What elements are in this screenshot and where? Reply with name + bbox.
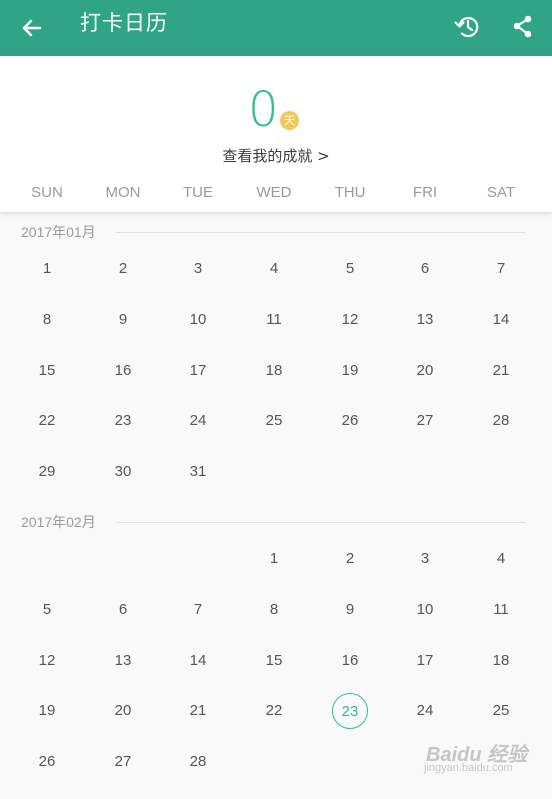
- month-divider: [116, 232, 526, 233]
- calendar-day[interactable]: 4: [483, 541, 519, 577]
- calendar-day[interactable]: 15: [256, 643, 292, 679]
- calendar-day[interactable]: 11: [256, 302, 292, 338]
- calendar-day[interactable]: 31: [180, 454, 216, 490]
- calendar-day[interactable]: 21: [483, 353, 519, 389]
- calendar-day[interactable]: 10: [180, 302, 216, 338]
- checkin-count: 0: [248, 82, 279, 138]
- weekday-mon: MON: [105, 184, 141, 201]
- weekday-tue: TUE: [183, 184, 213, 201]
- calendar-day[interactable]: 9: [105, 302, 141, 338]
- arrow-left-icon[interactable]: [16, 12, 48, 44]
- calendar-day[interactable]: 28: [180, 744, 216, 780]
- calendar-day[interactable]: 23: [105, 403, 141, 439]
- history-icon[interactable]: [452, 11, 484, 43]
- calendar-day[interactable]: 24: [180, 403, 216, 439]
- weekday-wed: WED: [256, 184, 292, 201]
- calendar-day-today[interactable]: 23: [332, 693, 368, 730]
- calendar-day[interactable]: 24: [407, 693, 443, 729]
- month-label: 2017年02月: [21, 512, 106, 532]
- calendar-day[interactable]: 30: [105, 454, 141, 490]
- calendar-day[interactable]: 14: [483, 302, 519, 338]
- calendar-day[interactable]: 27: [105, 744, 141, 780]
- weekday-sun: SUN: [31, 184, 63, 201]
- weekday-header: SUN MON TUE WED THU FRI SAT: [0, 184, 552, 206]
- calendar-day[interactable]: 10: [407, 592, 443, 628]
- calendar-day[interactable]: 1: [29, 251, 65, 287]
- calendar-day[interactable]: 17: [180, 353, 216, 389]
- calendar-day[interactable]: 12: [332, 302, 368, 338]
- calendar-day[interactable]: 3: [407, 541, 443, 577]
- calendar-day[interactable]: 7: [180, 592, 216, 628]
- calendar-day[interactable]: 2: [105, 251, 141, 287]
- calendar-day[interactable]: 19: [332, 353, 368, 389]
- calendar-day[interactable]: 4: [256, 251, 292, 287]
- calendar-day[interactable]: 21: [180, 693, 216, 729]
- app-bar: 打卡日历: [0, 0, 552, 56]
- calendar-day[interactable]: 18: [256, 353, 292, 389]
- calendar-day[interactable]: 16: [332, 643, 368, 679]
- calendar-day[interactable]: 29: [29, 454, 65, 490]
- calendar-day[interactable]: 6: [407, 251, 443, 287]
- calendar-day[interactable]: 18: [483, 643, 519, 679]
- calendar-day[interactable]: 20: [105, 693, 141, 729]
- calendar-day[interactable]: 17: [407, 643, 443, 679]
- weekday-sat: SAT: [486, 184, 516, 201]
- calendar-day[interactable]: 26: [29, 744, 65, 780]
- calendar-day[interactable]: 13: [407, 302, 443, 338]
- calendar-day[interactable]: 20: [407, 353, 443, 389]
- calendar-day[interactable]: 14: [180, 643, 216, 679]
- calendar-day[interactable]: 25: [256, 403, 292, 439]
- calendar-day[interactable]: 6: [105, 592, 141, 628]
- calendar-day[interactable]: 19: [29, 693, 65, 729]
- day-unit-badge: 天: [280, 111, 299, 130]
- calendar-day[interactable]: 22: [256, 693, 292, 729]
- calendar-day[interactable]: 7: [483, 251, 519, 287]
- calendar-day[interactable]: 13: [105, 643, 141, 679]
- achievements-link[interactable]: 查看我的成就 >: [0, 145, 552, 166]
- calendar-day[interactable]: 1: [256, 541, 292, 577]
- calendar-day[interactable]: 12: [29, 643, 65, 679]
- watermark: Baidu 经验 jingyan.baidu.com: [420, 738, 530, 788]
- month-label: 2017年01月: [21, 222, 106, 242]
- calendar-day[interactable]: 3: [180, 251, 216, 287]
- weekday-thu: THU: [334, 184, 366, 201]
- watermark-url: jingyan.baidu.com: [424, 762, 513, 774]
- calendar-day[interactable]: 5: [332, 251, 368, 287]
- calendar-day[interactable]: 5: [29, 592, 65, 628]
- weekday-fri: FRI: [412, 184, 438, 201]
- month-header: 2017年02月: [21, 512, 531, 532]
- calendar-day[interactable]: 16: [105, 353, 141, 389]
- calendar-day[interactable]: 8: [256, 592, 292, 628]
- checkin-summary: 0 天 查看我的成就 > SUN MON TUE WED THU FRI SAT: [0, 56, 552, 212]
- calendar-day[interactable]: 15: [29, 353, 65, 389]
- page-title: 打卡日历: [80, 11, 168, 35]
- month-divider: [116, 522, 526, 523]
- calendar-day[interactable]: 11: [483, 592, 519, 628]
- share-icon[interactable]: [508, 11, 538, 43]
- calendar-day[interactable]: 28: [483, 403, 519, 439]
- month-header: 2017年01月: [21, 222, 531, 242]
- calendar-day[interactable]: 22: [29, 403, 65, 439]
- calendar-day[interactable]: 9: [332, 592, 368, 628]
- calendar-day[interactable]: 2: [332, 541, 368, 577]
- calendar-day[interactable]: 26: [332, 403, 368, 439]
- calendar-day[interactable]: 25: [483, 693, 519, 729]
- calendar-day[interactable]: 27: [407, 403, 443, 439]
- calendar-day[interactable]: 8: [29, 302, 65, 338]
